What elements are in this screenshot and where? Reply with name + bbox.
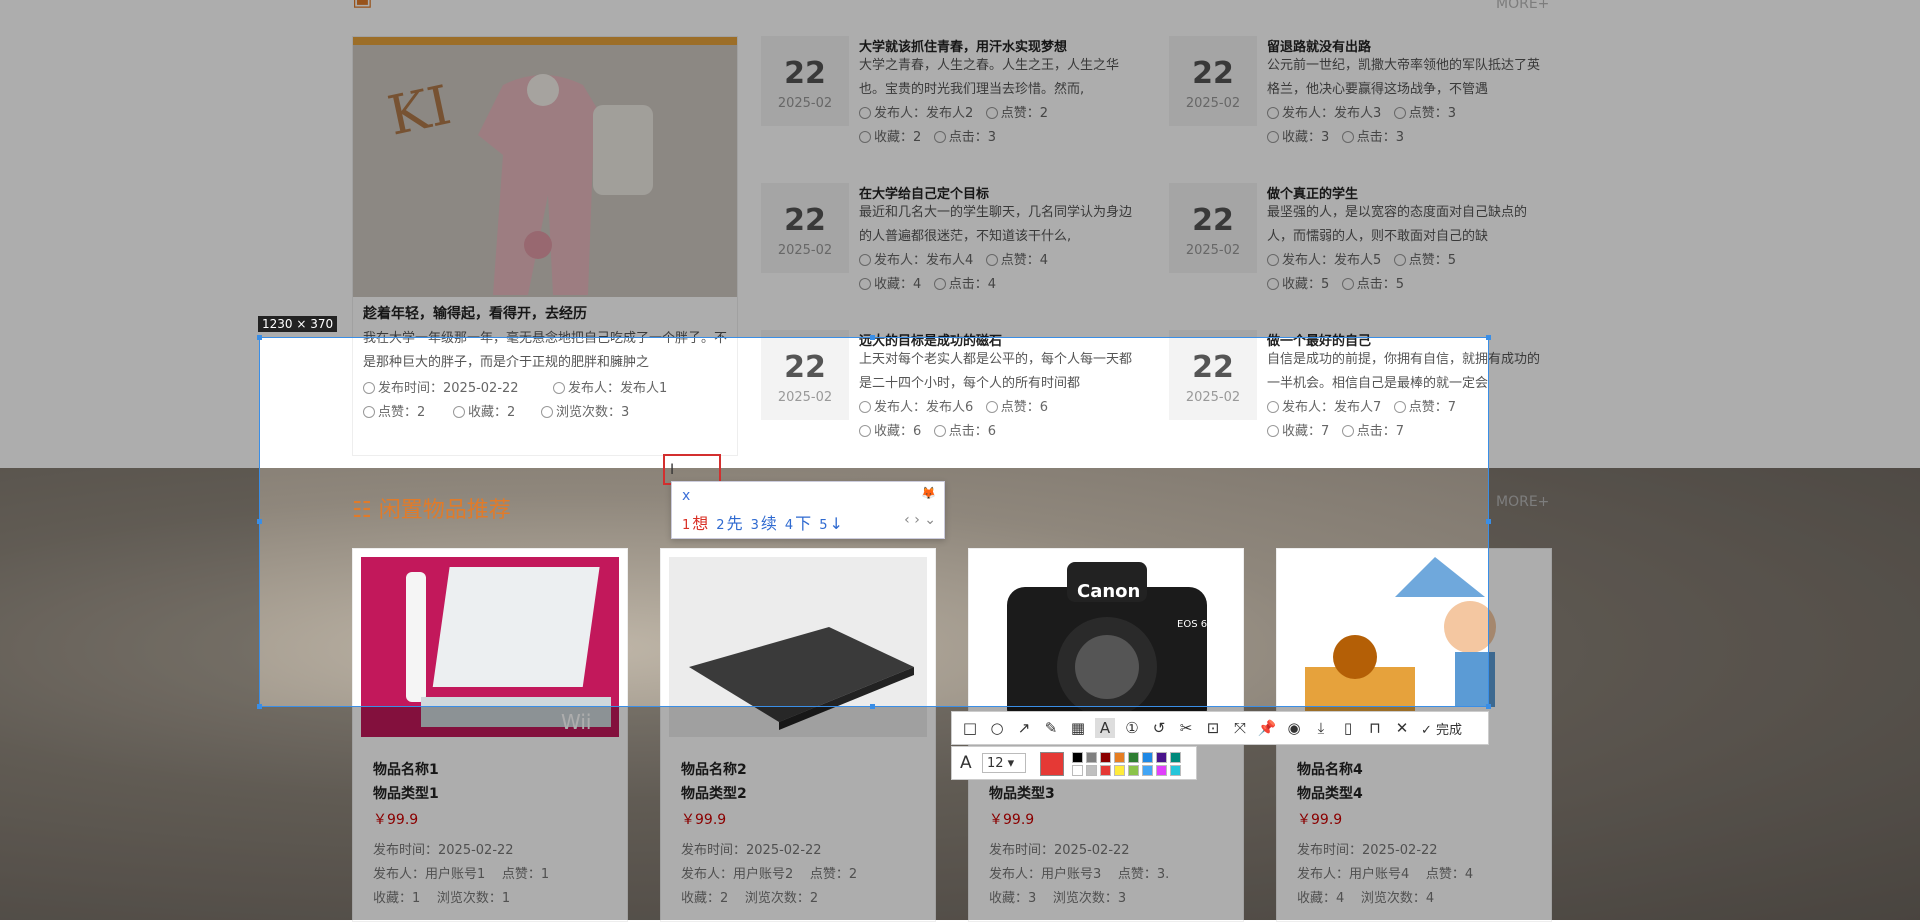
text-caret: I bbox=[670, 462, 675, 478]
ime-candidate-text: 续 bbox=[760, 514, 777, 533]
color-swatch[interactable] bbox=[1156, 765, 1167, 776]
close-icon[interactable]: ✕ bbox=[1392, 718, 1412, 738]
resize-handle[interactable] bbox=[257, 704, 262, 709]
ime-candidate-number: 4 bbox=[784, 518, 794, 533]
color-swatch[interactable] bbox=[1114, 752, 1125, 763]
ime-candidate[interactable]: 3续 bbox=[751, 514, 777, 533]
ime-logo-icon: 🦊 bbox=[921, 486, 936, 500]
resize-handle[interactable] bbox=[257, 519, 262, 524]
screenshot-dim-right bbox=[1489, 337, 1920, 707]
ime-candidate-number: 2 bbox=[716, 518, 725, 533]
resize-handle[interactable] bbox=[870, 335, 875, 340]
color-swatch[interactable] bbox=[1128, 752, 1139, 763]
color-swatch[interactable] bbox=[1086, 752, 1097, 763]
ime-candidate-text: 下 bbox=[795, 514, 812, 533]
rectangle-icon[interactable]: □ bbox=[960, 718, 980, 738]
color-swatch[interactable] bbox=[1100, 765, 1111, 776]
color-swatch[interactable] bbox=[1100, 752, 1111, 763]
ime-candidate[interactable]: 1想 bbox=[682, 514, 708, 533]
ime-candidate-window[interactable]: x 🦊 1 想 2 先 3 续 4 下 5 ↓ ‹ › ⌄ bbox=[671, 481, 945, 539]
ime-candidate-number: 5 bbox=[819, 518, 828, 533]
ime-candidate-number: 1 bbox=[682, 518, 691, 533]
color-swatch[interactable] bbox=[1142, 765, 1153, 776]
screenshot-dim-top bbox=[0, 0, 1920, 337]
ime-candidate[interactable]: 4下 bbox=[785, 514, 811, 533]
resize-handle[interactable] bbox=[1486, 519, 1491, 524]
ime-candidate-number: 3 bbox=[750, 518, 759, 533]
text-style-palette: A 12 ▾ bbox=[951, 746, 1197, 780]
pencil-icon[interactable]: ✎ bbox=[1041, 718, 1061, 738]
ime-candidate-list: 1 想 2 先 3 续 4 下 5 ↓ bbox=[682, 510, 851, 534]
done-button[interactable]: ✓ 完成 bbox=[1421, 719, 1462, 738]
color-swatch[interactable] bbox=[1170, 752, 1181, 763]
arrow-icon[interactable]: ↗ bbox=[1014, 718, 1034, 738]
mosaic-icon[interactable]: ▦ bbox=[1068, 718, 1088, 738]
ime-page-nav[interactable]: ‹ › ⌄ bbox=[904, 512, 936, 528]
font-icon: A bbox=[960, 753, 972, 773]
pin-icon[interactable]: 📌 bbox=[1257, 718, 1277, 738]
serial-number-icon[interactable]: ① bbox=[1122, 718, 1142, 738]
resize-handle[interactable] bbox=[870, 704, 875, 709]
screenshot-toolbar: □ ○ ↗ ✎ ▦ A ① ↺ ✂ ⊡ ⤧ 📌 ◉ ⤓ ▯ ⊓ ✕ ✓ 完成 bbox=[951, 711, 1489, 745]
resize-handle[interactable] bbox=[1486, 704, 1491, 709]
crop-icon[interactable]: ✂ bbox=[1176, 718, 1196, 738]
color-swatch[interactable] bbox=[1072, 752, 1083, 763]
ime-candidate[interactable]: 2先 bbox=[716, 514, 742, 533]
current-color-swatch[interactable] bbox=[1040, 752, 1064, 776]
font-size-select[interactable]: 12 ▾ bbox=[982, 753, 1026, 773]
ellipse-icon[interactable]: ○ bbox=[987, 718, 1007, 738]
ime-candidate[interactable]: 5 ↓ bbox=[819, 514, 843, 533]
phone-icon[interactable]: ▯ bbox=[1338, 718, 1358, 738]
record-icon[interactable]: ◉ bbox=[1284, 718, 1304, 738]
ime-candidate-text: ↓ bbox=[829, 514, 843, 533]
color-swatch[interactable] bbox=[1170, 765, 1181, 776]
color-swatch[interactable] bbox=[1086, 765, 1097, 776]
text-icon[interactable]: A bbox=[1095, 718, 1115, 738]
color-swatch[interactable] bbox=[1156, 752, 1167, 763]
color-swatch[interactable] bbox=[1072, 765, 1083, 776]
selection-size-label: 1230 × 370 bbox=[258, 316, 338, 332]
ime-pinyin-input: x bbox=[682, 488, 691, 504]
color-swatch[interactable] bbox=[1128, 765, 1139, 776]
color-swatch[interactable] bbox=[1142, 752, 1153, 763]
ime-candidate-text: 先 bbox=[726, 514, 743, 533]
resize-handle[interactable] bbox=[257, 335, 262, 340]
undo-icon[interactable]: ↺ bbox=[1149, 718, 1169, 738]
scroll-capture-icon[interactable]: ⤧ bbox=[1230, 718, 1250, 738]
ocr-icon[interactable]: ⊡ bbox=[1203, 718, 1223, 738]
resize-handle[interactable] bbox=[1486, 335, 1491, 340]
ime-candidate-text: 想 bbox=[692, 514, 709, 533]
screenshot-dim-left bbox=[0, 337, 259, 707]
bookmark-icon[interactable]: ⊓ bbox=[1365, 718, 1385, 738]
download-icon[interactable]: ⤓ bbox=[1311, 718, 1331, 738]
color-swatch[interactable] bbox=[1114, 765, 1125, 776]
